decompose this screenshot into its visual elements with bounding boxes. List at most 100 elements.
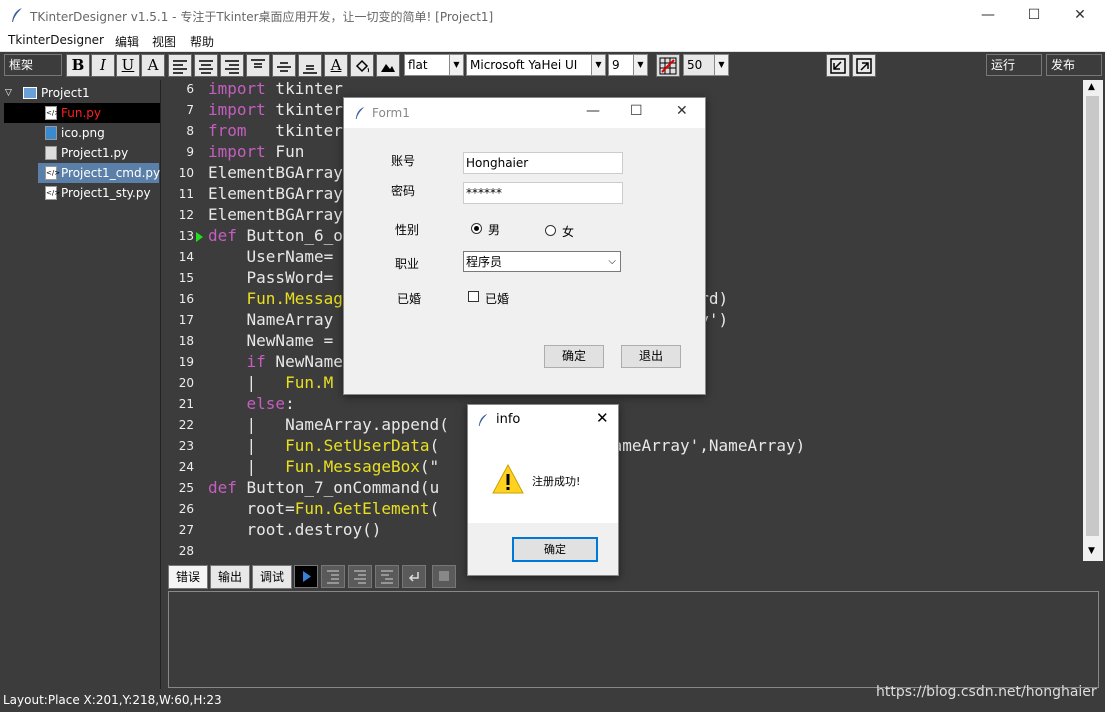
tree-file-label: Project1.py xyxy=(61,146,129,160)
info-close-button[interactable]: ✕ xyxy=(596,409,609,427)
gender-female-label: 女 xyxy=(562,225,575,239)
tree-file-label: Fun.py xyxy=(61,106,101,120)
ok-button[interactable]: 确定 xyxy=(544,345,604,368)
form1-maximize-button[interactable]: ☐ xyxy=(630,103,643,119)
exit-button[interactable]: 退出 xyxy=(621,345,681,368)
form1-minimize-button[interactable]: — xyxy=(586,103,600,119)
gender-male-radio[interactable] xyxy=(471,223,482,234)
italic-button[interactable]: I xyxy=(91,54,115,77)
undo-frame-icon[interactable] xyxy=(826,54,850,77)
step-into-icon[interactable] xyxy=(321,565,345,588)
married-checkbox-label: 已婚 xyxy=(485,292,510,306)
bold-button[interactable]: B xyxy=(66,54,90,77)
tree-file-project1-cmd[interactable]: </> Project1_cmd.py xyxy=(38,163,160,183)
line-number: 25 xyxy=(178,481,194,495)
font-select[interactable]: Microsoft YaHei UI ▼ xyxy=(466,54,606,76)
gender-female-radio[interactable] xyxy=(545,225,556,236)
code-line: import tkinter xyxy=(208,100,343,119)
font-color-button[interactable]: A xyxy=(141,54,165,77)
tree-file-ico[interactable]: ico.png xyxy=(0,123,160,143)
code-line: UserName= xyxy=(208,247,334,266)
step-out-icon[interactable] xyxy=(375,565,399,588)
account-input[interactable]: Honghaier xyxy=(463,152,623,174)
tree-file-label: ico.png xyxy=(61,126,105,140)
code-line: | Fun.MessageBox(" xyxy=(208,457,440,476)
menu-tkinterdesigner[interactable]: TkinterDesigner xyxy=(8,33,104,47)
step-over-icon[interactable] xyxy=(348,565,372,588)
feather-app-icon xyxy=(12,8,22,22)
return-icon[interactable] xyxy=(402,565,426,588)
stop-icon[interactable] xyxy=(432,565,456,588)
editor-scrollbar[interactable]: ▲ ▼ xyxy=(1083,80,1103,561)
redo-frame-icon[interactable] xyxy=(852,54,876,77)
frame-select[interactable]: 框架 xyxy=(4,54,62,76)
scroll-up-icon[interactable]: ▲ xyxy=(1088,82,1095,92)
info-ok-button[interactable]: 确定 xyxy=(512,537,598,562)
line-number: 19 xyxy=(178,355,194,369)
line-number: 9 xyxy=(186,145,194,159)
line-number: 6 xyxy=(186,82,194,96)
code-line: NewName = xyxy=(208,331,334,350)
close-button[interactable]: ✕ xyxy=(1057,0,1103,31)
project-tree: ▽ Project1 </> Fun.py ico.png Project1.p… xyxy=(0,80,161,689)
valign-bottom-icon[interactable] xyxy=(298,54,322,77)
breakpoint-marker-icon[interactable] xyxy=(196,232,203,242)
underline-button[interactable]: U xyxy=(116,54,140,77)
line-number: 22 xyxy=(178,418,194,432)
tree-root[interactable]: ▽ Project1 xyxy=(0,83,160,103)
relief-select[interactable]: flat ▼ xyxy=(404,54,464,76)
text-color-icon[interactable]: A xyxy=(324,54,348,77)
job-select[interactable]: 程序员 ⌵ xyxy=(463,251,621,272)
publish-button[interactable]: 发布 xyxy=(1046,54,1102,76)
collapse-arrow-icon[interactable]: ▽ xyxy=(5,83,12,103)
valign-middle-icon[interactable] xyxy=(272,54,296,77)
job-label: 职业 xyxy=(395,257,420,271)
info-footer: 确定 xyxy=(468,523,618,575)
chevron-down-icon: ▼ xyxy=(449,55,463,75)
line-number: 7 xyxy=(186,103,194,117)
scroll-thumb[interactable] xyxy=(1086,96,1099,536)
tab-output[interactable]: 输出 xyxy=(210,565,250,589)
password-input[interactable]: ****** xyxy=(463,182,623,204)
code-line: root.destroy() xyxy=(208,520,382,539)
menu-edit[interactable]: 编辑 xyxy=(115,33,139,50)
line-number: 17 xyxy=(178,313,194,327)
line-number-gutter: 6 7 8 9 10 11 12 13 14 15 16 17 18 19 20 21 22 23 24 25 26 27… xyxy=(162,80,207,561)
line-number: 24 xyxy=(178,460,194,474)
chevron-down-icon: ▼ xyxy=(633,55,647,75)
menu-help[interactable]: 帮助 xyxy=(190,33,214,50)
window-titlebar: TKinterDesigner v1.5.1 - 专注于Tkinter桌面应用开… xyxy=(0,0,1105,31)
menu-view[interactable]: 视图 xyxy=(152,33,176,50)
image-icon[interactable] xyxy=(376,54,400,77)
code-line: import tkinter xyxy=(208,80,343,98)
tree-root-label: Project1 xyxy=(41,86,90,100)
line-number: 10 xyxy=(178,166,194,180)
valign-top-icon[interactable] xyxy=(246,54,270,77)
code-line: import Fun xyxy=(208,142,305,161)
code-line: else: xyxy=(246,394,295,413)
grid-snap-icon[interactable] xyxy=(656,54,680,77)
warning-icon xyxy=(492,463,524,494)
run-debug-icon[interactable] xyxy=(294,565,318,588)
align-right-icon[interactable] xyxy=(220,54,244,77)
run-button[interactable]: 运行 xyxy=(986,54,1042,76)
scroll-down-icon[interactable]: ▼ xyxy=(1088,546,1095,556)
form1-close-button[interactable]: ✕ xyxy=(676,103,688,119)
zoom-spinbox[interactable]: 50 ▼ xyxy=(683,54,729,76)
code-line: from tkinter xyxy=(208,121,343,140)
output-text-area[interactable] xyxy=(168,591,1099,688)
tree-file-fun[interactable]: </> Fun.py xyxy=(4,103,160,123)
fill-bucket-icon[interactable] xyxy=(350,54,374,77)
align-center-icon[interactable] xyxy=(194,54,218,77)
tab-errors[interactable]: 错误 xyxy=(168,565,208,589)
password-label: 密码 xyxy=(391,184,416,198)
minimize-button[interactable]: — xyxy=(965,0,1011,31)
align-left-icon[interactable] xyxy=(168,54,192,77)
tree-file-project1-sty[interactable]: </> Project1_sty.py xyxy=(0,183,160,203)
married-checkbox[interactable] xyxy=(468,291,479,302)
maximize-button[interactable]: ☐ xyxy=(1011,0,1057,31)
toolbar: 框架 B I U A A flat ▼ Microsoft YaHei UI ▼ 9… xyxy=(0,52,1105,80)
tree-file-project1[interactable]: Project1.py xyxy=(0,143,160,163)
font-size-select[interactable]: 9 ▼ xyxy=(608,54,648,76)
tab-debug[interactable]: 调试 xyxy=(252,565,292,589)
